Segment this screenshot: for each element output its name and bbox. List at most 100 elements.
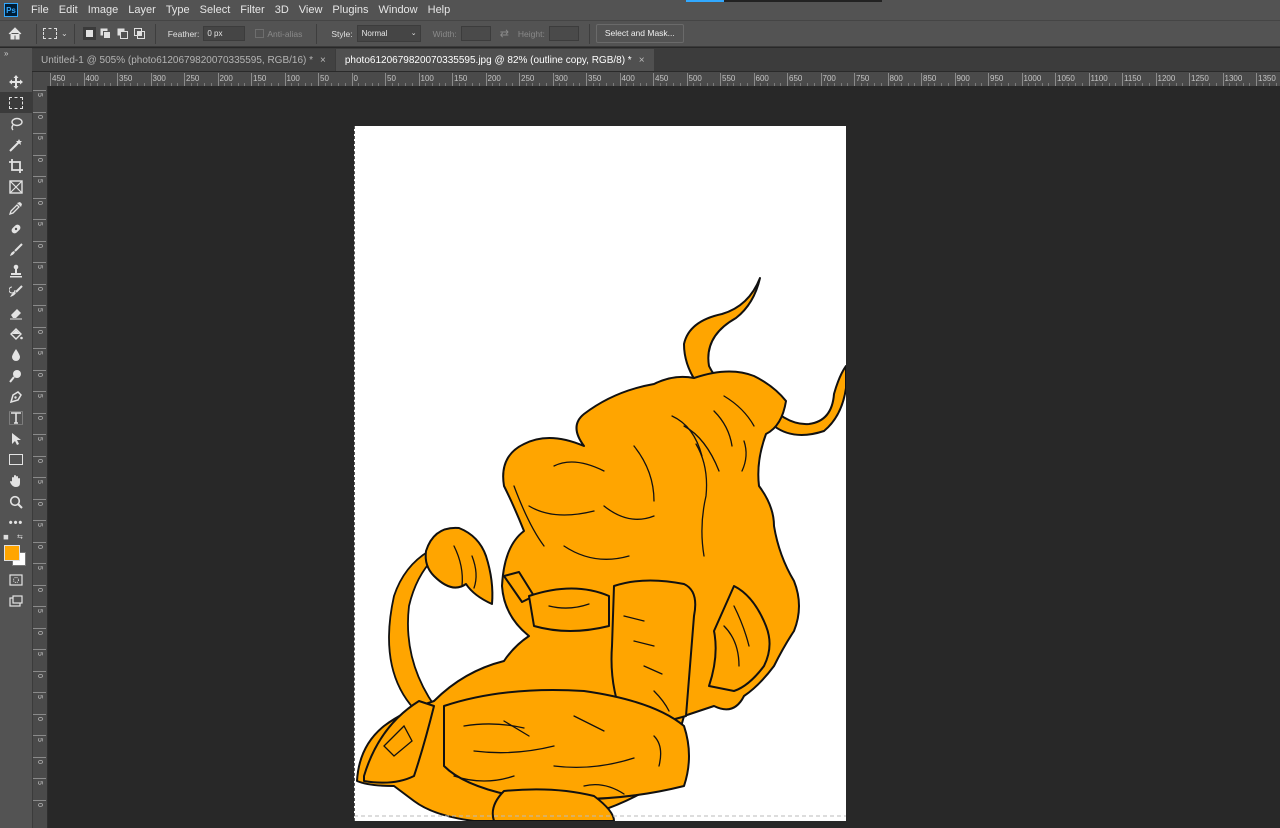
type-icon[interactable] <box>0 407 32 428</box>
rectangle-icon[interactable] <box>0 449 32 470</box>
ruler-tick-mark <box>33 283 46 285</box>
foreground-color-swatch[interactable] <box>4 545 20 561</box>
ruler-tick-mark <box>33 498 46 500</box>
menu-image[interactable]: Image <box>83 0 124 20</box>
add-to-selection-icon[interactable] <box>100 27 113 40</box>
document-tabs: Untitled-1 @ 505% (photo6120679820070335… <box>32 48 1280 72</box>
swap-dimensions-icon[interactable]: ⇄ <box>500 27 509 40</box>
ruler-tick-mark <box>753 73 755 86</box>
history-brush-icon[interactable] <box>0 281 32 302</box>
more-tools-icon[interactable]: ••• <box>0 512 32 533</box>
swap-colors-icon[interactable]: ⇆ <box>17 533 23 541</box>
ruler-tick-label: 350 <box>588 74 602 83</box>
ruler-tick-label: 850 <box>923 74 937 83</box>
menu-window[interactable]: Window <box>374 0 423 20</box>
ruler-tick-mark <box>418 73 420 86</box>
ruler-tick-label: 0 <box>36 544 43 549</box>
vertical-ruler[interactable]: 5 0 5 0 5 0 5 0 5 0 5 0 5 0 5 0 5 0 5 0 5 0 5 0 5 0 5 0 5 0 5 0 5 0 <box>33 86 48 828</box>
pen-icon[interactable] <box>0 386 32 407</box>
tab-photo-active[interactable]: photo6120679820070335595.jpg @ 82% (outl… <box>335 49 654 71</box>
ruler-tick-label: 1350 <box>1258 74 1276 83</box>
default-colors-icon[interactable]: ◼ <box>3 533 9 541</box>
tab-untitled-1[interactable]: Untitled-1 @ 505% (photo6120679820070335… <box>32 49 335 71</box>
eyedropper-icon[interactable] <box>0 197 32 218</box>
ruler-tick-label: 1200 <box>1157 74 1176 83</box>
ruler-origin[interactable] <box>33 72 48 86</box>
close-icon[interactable]: × <box>639 55 645 66</box>
menu-view[interactable]: View <box>294 0 328 20</box>
ruler-tick-mark <box>33 756 46 758</box>
toolbar-collapse-icon[interactable]: » <box>0 48 32 60</box>
width-input[interactable] <box>460 26 491 41</box>
crop-icon[interactable] <box>0 155 32 176</box>
close-icon[interactable]: × <box>320 55 326 66</box>
ruler-tick-mark <box>33 90 46 91</box>
chevron-down-icon: ⌄ <box>410 30 417 37</box>
anti-alias-checkbox[interactable]: Anti-alias <box>255 29 306 39</box>
new-selection-icon[interactable] <box>82 27 96 40</box>
ruler-tick-mark <box>1021 73 1023 86</box>
menu-select[interactable]: Select <box>195 0 236 20</box>
ruler-tick-label: 0 <box>36 286 43 291</box>
separator <box>73 23 75 44</box>
ruler-tick-label: 200 <box>487 74 501 83</box>
ruler-tick-label: 150 <box>454 74 468 83</box>
tool-preset-picker[interactable]: ⌄ <box>43 28 68 39</box>
menu-plugins[interactable]: Plugins <box>327 0 373 20</box>
ruler-tick-label: 0 <box>36 114 43 119</box>
ruler-tick-mark <box>83 73 85 86</box>
menu-file[interactable]: File <box>26 0 54 20</box>
quick-mask-icon[interactable] <box>0 569 32 590</box>
move-icon[interactable] <box>0 71 32 92</box>
lasso-icon[interactable] <box>0 113 32 134</box>
select-and-mask-button[interactable]: Select and Mask... <box>595 24 684 43</box>
ruler-tick-mark <box>33 240 46 242</box>
ruler-tick-label: 5 <box>36 222 43 226</box>
paint-bucket-icon[interactable] <box>0 323 32 344</box>
feather-input[interactable]: 0 px <box>203 26 246 41</box>
clone-stamp-icon[interactable] <box>0 260 32 281</box>
screen-mode-icon[interactable] <box>0 590 32 611</box>
ruler-tick-label: 0 <box>36 458 43 463</box>
ruler-tick-mark <box>653 73 654 86</box>
eraser-icon[interactable] <box>0 302 32 323</box>
ruler-tick-label: 0 <box>36 200 43 205</box>
menu-edit[interactable]: Edit <box>54 0 83 20</box>
document-canvas[interactable] <box>354 126 846 821</box>
ruler-tick-mark <box>686 73 688 86</box>
zoom-icon[interactable] <box>0 491 32 512</box>
healing-brush-icon[interactable] <box>0 218 32 239</box>
menu-3d[interactable]: 3D <box>270 0 294 20</box>
height-input[interactable] <box>548 26 579 41</box>
ruler-tick-label: 300 <box>152 74 166 83</box>
magic-wand-icon[interactable] <box>0 134 32 155</box>
dodge-icon[interactable] <box>0 365 32 386</box>
ruler-tick-mark <box>519 73 520 86</box>
hand-icon[interactable] <box>0 470 32 491</box>
path-selection-icon[interactable] <box>0 428 32 449</box>
menu-layer[interactable]: Layer <box>123 0 161 20</box>
ruler-tick-label: 5 <box>36 179 43 183</box>
ruler-tick-label: 550 <box>722 74 736 83</box>
ruler-tick-mark <box>1155 73 1157 86</box>
ruler-tick-mark <box>251 73 252 86</box>
ruler-tick-mark <box>33 520 46 521</box>
intersect-selection-icon[interactable] <box>134 27 147 40</box>
blur-icon[interactable] <box>0 344 32 365</box>
subtract-from-selection-icon[interactable] <box>117 27 130 40</box>
home-icon[interactable] <box>0 27 30 40</box>
ruler-tick-label: 500 <box>688 74 702 83</box>
marquee-icon[interactable] <box>0 92 32 113</box>
horizontal-ruler[interactable]: 450 400 350 300 250 200 150 100 50 0 50 100 150 200 25… <box>48 72 1280 87</box>
photoshop-logo[interactable]: Ps <box>4 3 18 17</box>
menu-help[interactable]: Help <box>423 0 456 20</box>
canvas-area[interactable] <box>48 86 1280 828</box>
menu-type[interactable]: Type <box>161 0 195 20</box>
window-accent-bar <box>686 0 724 2</box>
style-select[interactable]: Normal ⌄ <box>356 25 421 42</box>
ruler-tick-mark <box>33 455 46 457</box>
ruler-tick-label: 1000 <box>1023 74 1042 83</box>
brush-icon[interactable] <box>0 239 32 260</box>
menu-filter[interactable]: Filter <box>235 0 269 20</box>
frame-icon[interactable] <box>0 176 32 197</box>
